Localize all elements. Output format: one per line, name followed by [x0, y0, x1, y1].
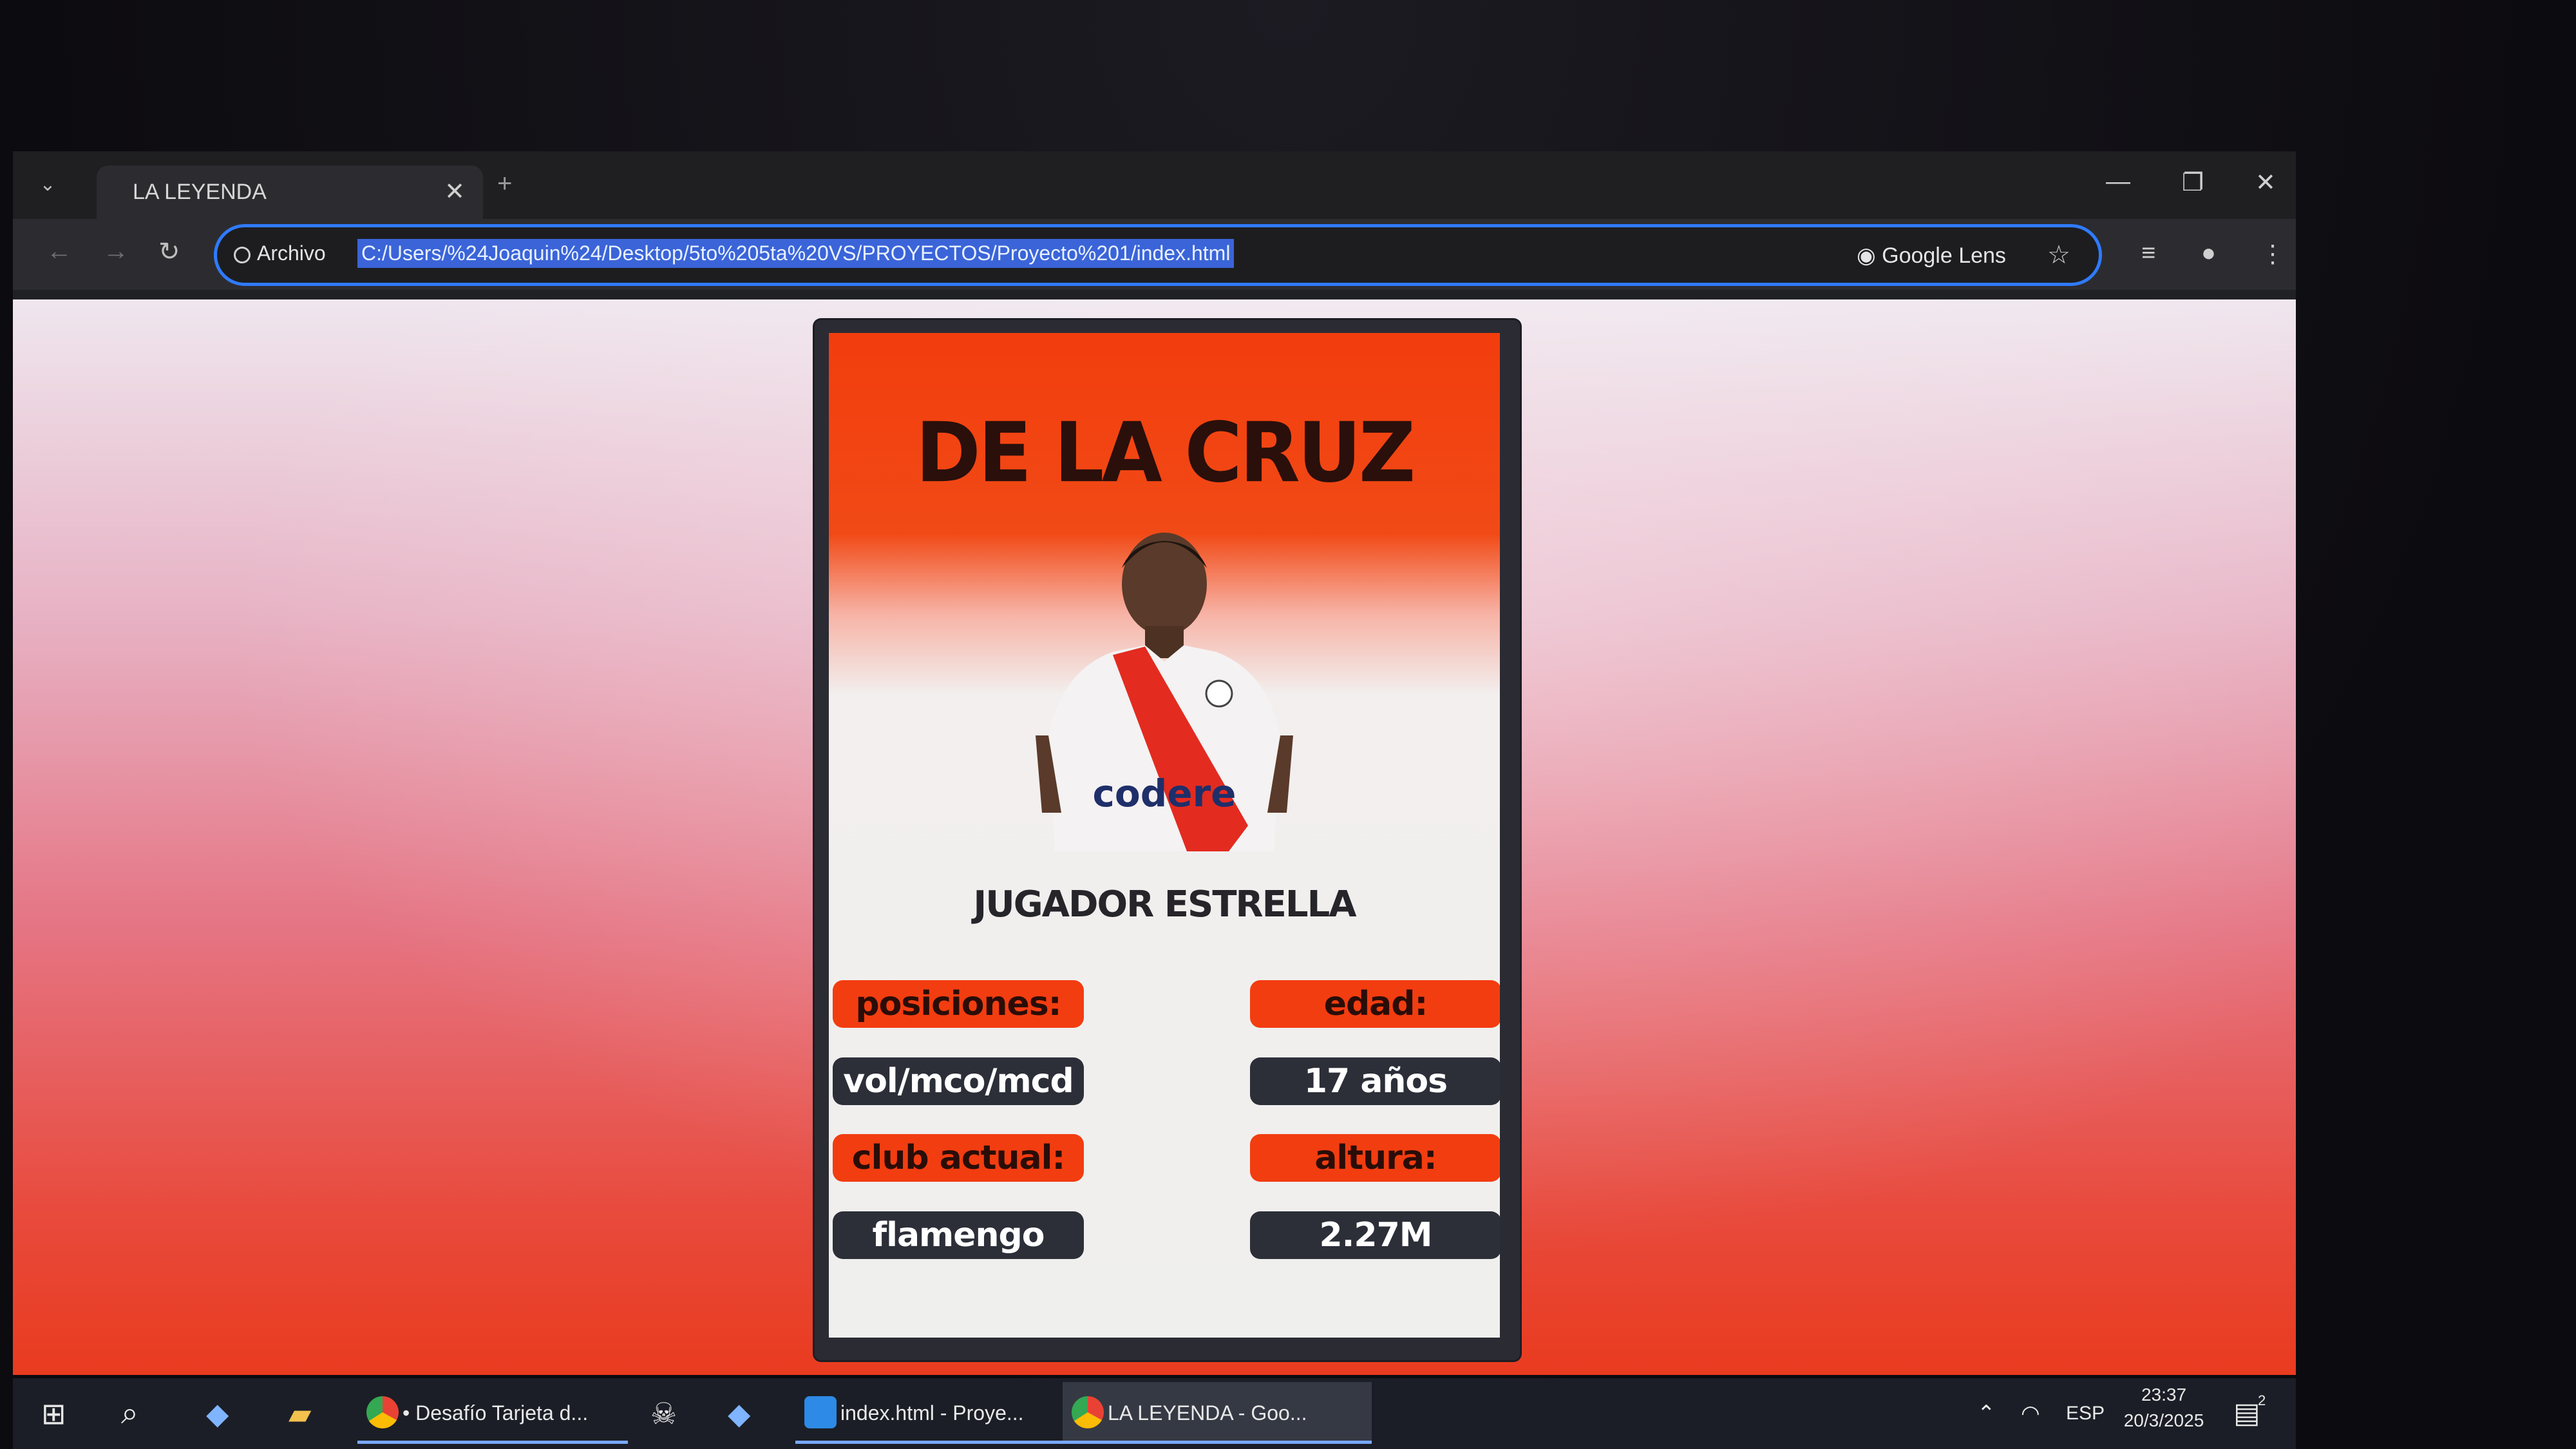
- windows-taskbar: ⊞ ⌕ ◆ ▰ • Desafío Tarjeta d... ☠ ◆ index…: [13, 1378, 2296, 1449]
- stat-label-club: club actual:: [833, 1134, 1084, 1182]
- tab-search-chevron-icon[interactable]: ⌄: [31, 168, 64, 202]
- tab-strip: ⌄ LA LEYENDA ✕ + — ❐ ✕: [13, 151, 2296, 219]
- stat-label-altura: altura:: [1250, 1134, 1500, 1182]
- taskbar-app-label: • Desafío Tarjeta d...: [402, 1401, 589, 1425]
- taskbar-app-label: index.html - Proye...: [840, 1401, 1024, 1425]
- site-info-label: Archivo: [257, 242, 326, 265]
- taskbar-app-label: LA LEYENDA - Goo...: [1108, 1401, 1307, 1425]
- stat-value-club: flamengo: [833, 1211, 1084, 1259]
- info-icon: [234, 247, 251, 263]
- google-lens-label: Google Lens: [1882, 243, 2006, 268]
- url-text[interactable]: C:/Users/%24Joaquin%24/Desktop/5to%205ta…: [357, 239, 1235, 268]
- google-lens-button[interactable]: ◉ Google Lens: [1857, 243, 2006, 269]
- player-name: DE LA CRUZ: [915, 404, 1416, 501]
- profile-icon[interactable]: ●: [2201, 240, 2216, 267]
- page-viewport: ➤ DE LA CRUZ: [13, 299, 2296, 1375]
- player-photo: codere: [1036, 533, 1293, 851]
- stat-value-altura: 2.27M: [1250, 1211, 1500, 1259]
- skull-app-icon[interactable]: ☠: [650, 1378, 677, 1449]
- tab-active[interactable]: LA LEYENDA ✕: [97, 166, 483, 219]
- browser-window: ⌄ LA LEYENDA ✕ + — ❐ ✕ ← → ↻ Archivo C:/…: [13, 151, 2296, 1375]
- tray-chevron-up-icon[interactable]: ⌃: [1977, 1378, 1996, 1449]
- start-windows-icon[interactable]: ⊞: [41, 1378, 66, 1449]
- restore-icon[interactable]: ❐: [2182, 168, 2204, 197]
- stat-label-edad: edad:: [1250, 980, 1500, 1028]
- reload-icon[interactable]: ↻: [158, 237, 180, 267]
- stat-value-posiciones: vol/mco/mcd: [833, 1057, 1084, 1105]
- card-subtitle: JUGADOR ESTRELLA: [973, 884, 1356, 925]
- notification-count: 2: [2258, 1392, 2266, 1408]
- menu-kebab-icon[interactable]: ⋮: [2260, 240, 2285, 269]
- file-explorer-icon[interactable]: ▰: [289, 1378, 311, 1449]
- taskbar-app-chrome-desafio[interactable]: • Desafío Tarjeta d...: [357, 1382, 628, 1444]
- new-tab-icon[interactable]: +: [497, 169, 512, 198]
- window-close-icon[interactable]: ✕: [2255, 168, 2276, 197]
- language-indicator[interactable]: ESP: [2066, 1378, 2105, 1449]
- running-indicator: [795, 1441, 1098, 1444]
- bookmark-star-icon[interactable]: ☆: [2047, 240, 2070, 270]
- chrome-icon: [1072, 1396, 1104, 1428]
- stat-label-posiciones: posiciones:: [833, 980, 1084, 1028]
- copilot-icon[interactable]: ◆: [206, 1378, 229, 1449]
- notifications-icon[interactable]: ▤: [2233, 1378, 2260, 1449]
- chrome-icon: [366, 1396, 399, 1428]
- card-body: DE LA CRUZ codere JUGADOR ESTRELLA posic…: [829, 333, 1500, 1338]
- clock-time: 23:37: [2141, 1385, 2187, 1405]
- tab-title: LA LEYENDA: [133, 180, 267, 204]
- reading-list-icon[interactable]: ≡: [2141, 240, 2155, 267]
- taskbar-app-vscode[interactable]: index.html - Proye...: [795, 1382, 1098, 1444]
- copilot-m365-icon[interactable]: ◆: [728, 1378, 750, 1449]
- minimize-icon[interactable]: —: [2106, 168, 2130, 196]
- browser-toolbar: ← → ↻ Archivo C:/Users/%24Joaquin%24/Des…: [13, 219, 2296, 290]
- taskbar-app-chrome-la-leyenda[interactable]: LA LEYENDA - Goo...: [1063, 1382, 1372, 1444]
- player-card: DE LA CRUZ codere JUGADOR ESTRELLA posic…: [815, 320, 1520, 1360]
- site-info-chip[interactable]: Archivo: [234, 242, 326, 265]
- clock-date: 20/3/2025: [2123, 1410, 2204, 1430]
- lens-icon: ◉: [1857, 243, 1876, 268]
- clock[interactable]: 23:37 20/3/2025: [2119, 1385, 2209, 1431]
- running-indicator: [1063, 1441, 1372, 1444]
- tab-close-icon[interactable]: ✕: [444, 177, 465, 206]
- running-indicator: [357, 1441, 628, 1444]
- forward-arrow-icon[interactable]: →: [103, 237, 129, 266]
- stat-value-edad: 17 años: [1250, 1057, 1500, 1105]
- back-arrow-icon[interactable]: ←: [46, 237, 72, 266]
- search-icon[interactable]: ⌕: [121, 1378, 138, 1449]
- monitor-screen: ⌄ LA LEYENDA ✕ + — ❐ ✕ ← → ↻ Archivo C:/…: [0, 0, 2576, 1449]
- vscode-icon: [804, 1396, 837, 1428]
- address-bar[interactable]: Archivo C:/Users/%24Joaquin%24/Desktop/5…: [214, 224, 2102, 286]
- wifi-icon[interactable]: ◠: [2021, 1378, 2040, 1449]
- jersey-sponsor: codere: [1092, 772, 1236, 815]
